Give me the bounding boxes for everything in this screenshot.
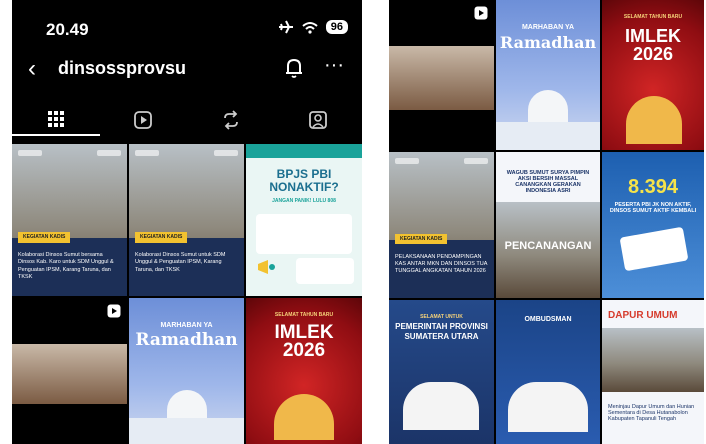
post-tile[interactable]: KEGIATAN KADIS Kolaborasi Dinsos Sumut b… xyxy=(12,144,127,296)
post-caption-box: KEGIATAN KADIS PELAKSANAAN PENDAMPINGAN … xyxy=(389,233,494,298)
post-tag: KEGIATAN KADIS xyxy=(18,232,71,243)
dapur-title: DAPUR UMUM xyxy=(608,310,678,321)
more-options-icon[interactable]: ··· xyxy=(324,54,344,77)
post-tag: KEGIATAN KADIS xyxy=(135,232,188,243)
battery-indicator: 96 xyxy=(325,20,348,34)
tab-grid[interactable] xyxy=(12,104,100,136)
ramadhan-text: Ramadhan xyxy=(499,33,597,52)
profile-tabs xyxy=(12,104,362,136)
grid-icon xyxy=(47,111,64,127)
notification-bell-icon[interactable] xyxy=(284,57,304,79)
post-tile[interactable]: SELAMAT UNTUK PEMERINTAH PROVINSI SUMATE… xyxy=(389,300,494,444)
post-caption-box: KEGIATAN KADIS Kolaborasi Dinsos Sumut u… xyxy=(129,232,244,296)
reel-icon xyxy=(474,6,488,20)
post-caption: Kolaborasi Dinsos Sumut untuk SDM Unggul… xyxy=(135,252,226,273)
post-caption: PELAKSANAAN PENDAMPINGAN KAS ANTAR MKN D… xyxy=(395,253,488,274)
airplane-icon xyxy=(278,20,293,34)
post-tile[interactable]: SELAMAT TAHUN BARU IMLEK 2026 xyxy=(602,0,704,150)
post-tile[interactable]: MARHABAN YA Ramadhan xyxy=(129,298,244,444)
marhaban-text: MARHABAN YA xyxy=(521,24,575,31)
reel-tile[interactable] xyxy=(12,298,127,444)
post-tile[interactable]: KEGIATAN KADIS Kolaborasi Dinsos Sumut u… xyxy=(129,144,244,296)
stat-number: 8.394 xyxy=(627,176,679,198)
ombudsman-text: OMBUDSMAN xyxy=(524,316,572,323)
pemprov-line1: SELAMAT UNTUK xyxy=(420,314,463,320)
reel-tile[interactable] xyxy=(389,0,494,150)
post-tile[interactable]: DAPUR UMUM Meninjau Dapur Umum dan Hunia… xyxy=(602,300,704,444)
wifi-icon xyxy=(302,21,318,34)
post-caption: Meninjau Dapur Umum dan Hunian Sementara… xyxy=(608,404,695,422)
tab-tagged[interactable] xyxy=(275,104,363,136)
tab-reposts[interactable] xyxy=(187,104,275,136)
bpjs-title: BPJS PBI NONAKTIF? xyxy=(269,167,339,195)
ramadhan-text: Ramadhan xyxy=(135,330,238,350)
pencanangan-text: PENCANANGAN xyxy=(504,240,592,252)
stat-caption: PESERTA PBI JK NON AKTIF, DINSOS SUMUT A… xyxy=(609,202,697,214)
post-tile[interactable]: KEGIATAN KADIS PELAKSANAAN PENDAMPINGAN … xyxy=(389,152,494,298)
post-tile[interactable]: BPJS PBI NONAKTIF? JANGAN PANIK! LULU 80… xyxy=(246,144,362,296)
profile-username: dinsossprovsu xyxy=(58,58,187,78)
tagged-icon xyxy=(309,111,328,129)
post-caption-box: KEGIATAN KADIS Kolaborasi Dinsos Sumut b… xyxy=(12,232,127,296)
post-tile[interactable]: WAGUB SUMUT SURYA PIMPIN AKSI BERSIH MAS… xyxy=(496,152,600,298)
repost-icon xyxy=(223,110,238,130)
post-caption: Kolaborasi Dinsos Sumut bersama Dinsos K… xyxy=(18,252,114,280)
status-time: 20.49 xyxy=(46,20,89,39)
profile-header: ‹ dinsossprovsu ··· xyxy=(12,52,362,90)
back-icon[interactable]: ‹ xyxy=(28,55,36,83)
pemprov-line3: SUMATERA UTARA xyxy=(404,332,479,341)
reel-icon xyxy=(107,304,121,318)
post-tile[interactable]: MARHABAN YA Ramadhan xyxy=(496,0,600,150)
wagub-title: WAGUB SUMUT SURYA PIMPIN AKSI BERSIH MAS… xyxy=(506,170,590,194)
pemprov-line2: PEMERINTAH PROVINSI xyxy=(395,322,488,331)
imlek-header: SELAMAT TAHUN BARU xyxy=(274,312,334,318)
bpjs-subtitle: JANGAN PANIK! LULU 808 xyxy=(272,198,336,204)
post-tag: KEGIATAN KADIS xyxy=(395,233,448,245)
imlek-year: 2026 xyxy=(282,340,326,361)
reels-icon xyxy=(134,111,153,129)
tab-reels[interactable] xyxy=(100,104,188,136)
status-bar: 20.49 96 xyxy=(12,0,362,54)
post-tile[interactable]: OMBUDSMAN xyxy=(496,300,600,444)
imlek-header: SELAMAT TAHUN BARU xyxy=(623,14,683,20)
post-tile[interactable]: 8.394 PESERTA PBI JK NON AKTIF, DINSOS S… xyxy=(602,152,704,298)
grid-continuation: MARHABAN YA Ramadhan SELAMAT TAHUN BARU … xyxy=(389,0,704,444)
profile-screen: 20.49 96 ‹ dinsossprovsu ··· KEGIATAN KA… xyxy=(12,0,362,444)
megaphone-icon xyxy=(258,260,275,274)
post-tile[interactable]: SELAMAT TAHUN BARU IMLEK 2026 xyxy=(246,298,362,444)
marhaban-text: MARHABAN YA xyxy=(160,322,213,329)
imlek-year: 2026 xyxy=(632,44,674,64)
